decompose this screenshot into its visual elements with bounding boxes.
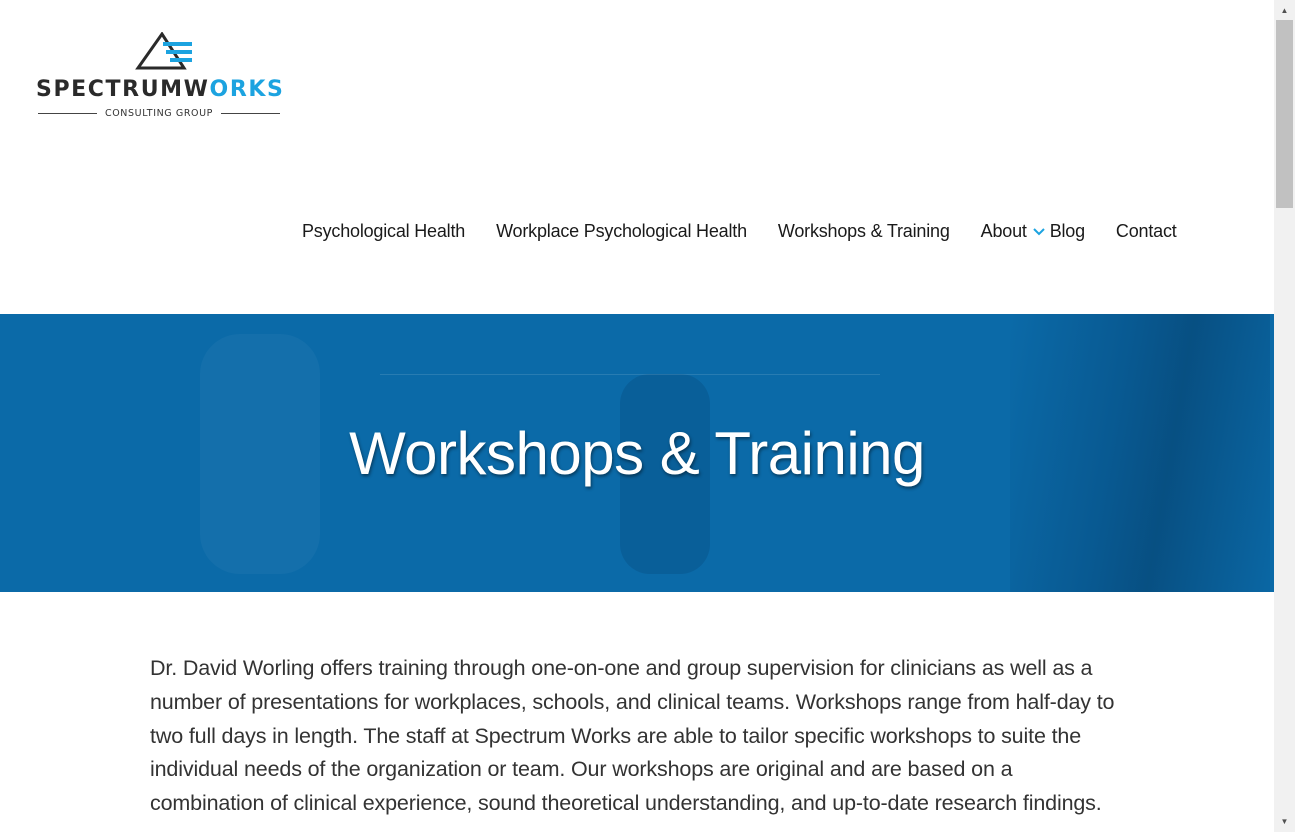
scroll-up-arrow-icon[interactable]: ▲	[1274, 2, 1295, 19]
scrollbar-thumb[interactable]	[1276, 20, 1293, 208]
page: SPECTRUMWORKS CONSULTING GROUP Psycholog…	[0, 0, 1274, 832]
nav-contact[interactable]: Contact	[1116, 221, 1177, 242]
scroll-down-arrow-icon[interactable]: ▼	[1274, 813, 1295, 830]
logo-triangle-icon	[135, 32, 192, 70]
page-title: Workshops & Training	[349, 420, 925, 487]
chevron-down-icon[interactable]	[1032, 225, 1045, 237]
site-logo[interactable]: SPECTRUMWORKS CONSULTING GROUP	[36, 30, 285, 122]
logo-subtitle: CONSULTING GROUP	[38, 108, 280, 119]
intro-paragraph: Dr. David Worling offers training throug…	[150, 656, 1115, 816]
nav-workplace-psychological-health[interactable]: Workplace Psychological Health	[496, 221, 747, 242]
nav-workshops-training[interactable]: Workshops & Training	[778, 221, 950, 242]
logo-wordmark: SPECTRUMWORKS	[36, 77, 285, 102]
logo-subtitle-text: CONSULTING GROUP	[105, 108, 213, 119]
hero-background-shape	[380, 374, 880, 375]
nav-psychological-health[interactable]: Psychological Health	[302, 221, 465, 242]
nav-about-label: About	[980, 220, 1027, 241]
nav-about[interactable]: About	[981, 221, 1045, 242]
logo-rule-right	[221, 113, 280, 114]
main-nav: Psychological Health Workplace Psycholog…	[302, 219, 1177, 243]
vertical-scrollbar[interactable]: ▲ ▼	[1274, 0, 1295, 832]
logo-rule-left	[38, 113, 97, 114]
hero-banner: Workshops & Training	[0, 314, 1274, 592]
logo-gear-o: O	[209, 77, 230, 102]
nav-blog[interactable]: Blog	[1050, 221, 1085, 242]
